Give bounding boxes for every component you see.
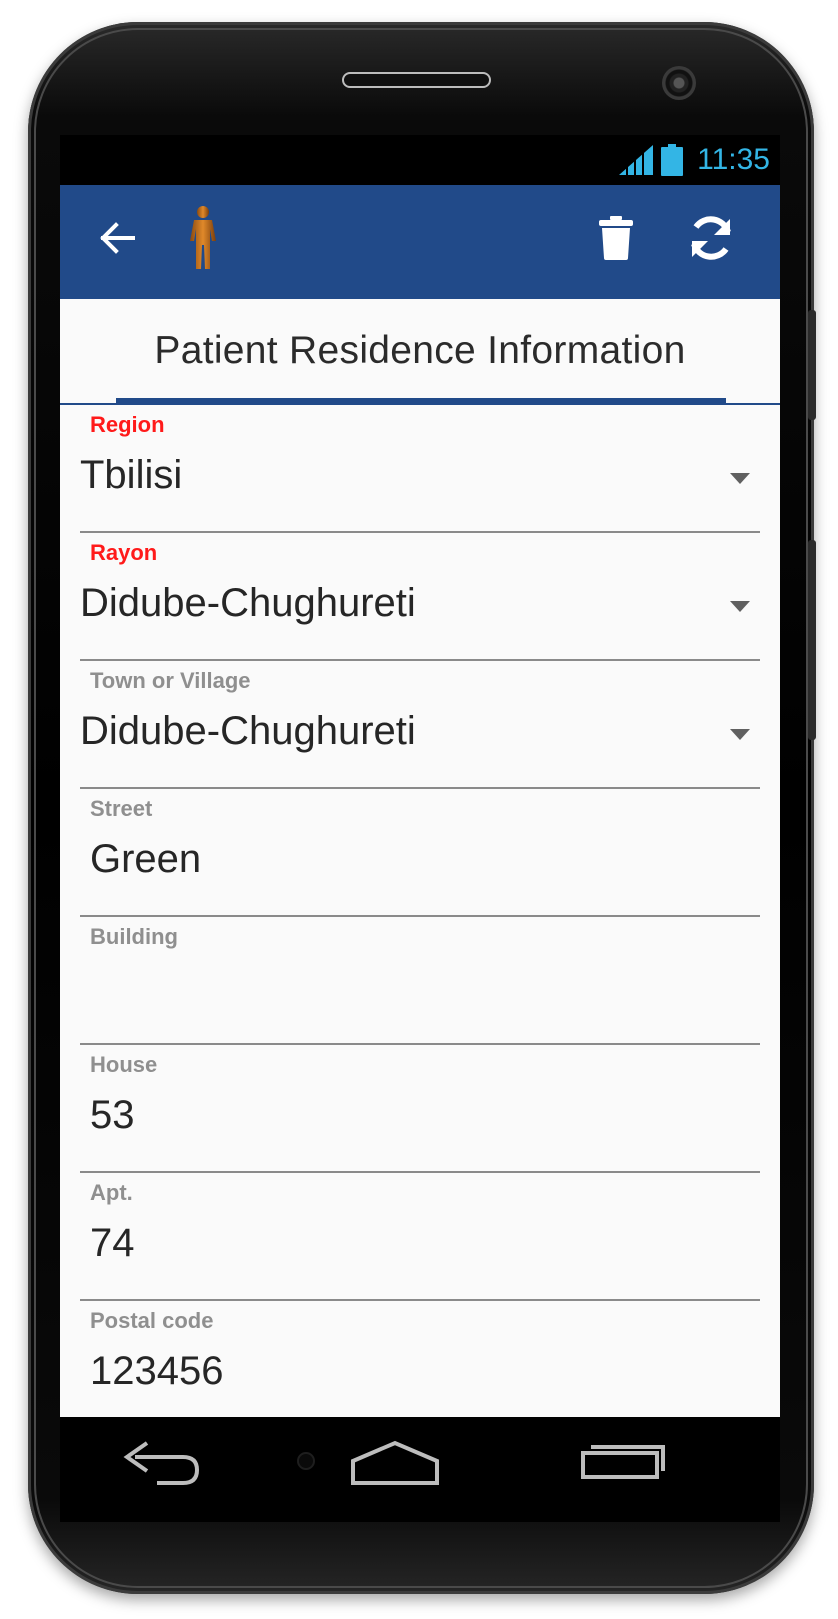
- house-input[interactable]: 53: [90, 1093, 135, 1138]
- tab-bar: Patient Residence Information: [60, 299, 780, 405]
- tab-indicator: [116, 398, 726, 403]
- signal-icon: [619, 145, 654, 175]
- postal-code-field[interactable]: Postal code 123456: [80, 1301, 760, 1417]
- dropdown-arrow-icon: [730, 473, 750, 484]
- town-village-label: Town or Village: [90, 668, 251, 693]
- rayon-field[interactable]: Rayon Didube-Chughureti: [80, 533, 760, 661]
- rayon-value: Didube-Chughureti: [80, 581, 416, 625]
- region-label: Region: [90, 412, 165, 437]
- house-field[interactable]: House 53: [80, 1045, 760, 1173]
- patient-button[interactable]: [168, 203, 238, 273]
- earpiece-speaker: [342, 72, 491, 88]
- apt-input[interactable]: 74: [90, 1221, 135, 1266]
- nav-home-icon: [351, 1440, 439, 1485]
- town-village-field[interactable]: Town or Village Didube-Chughureti: [80, 661, 760, 789]
- street-field[interactable]: Street Green: [80, 789, 760, 917]
- building-label: Building: [90, 924, 178, 949]
- nav-back-icon: [123, 1441, 200, 1485]
- street-label: Street: [90, 796, 153, 821]
- apt-field[interactable]: Apt. 74: [80, 1173, 760, 1301]
- power-button: [808, 540, 816, 740]
- town-village-value: Didube-Chughureti: [80, 709, 416, 753]
- street-input[interactable]: Green: [90, 837, 201, 882]
- postal-code-input[interactable]: 123456: [90, 1349, 223, 1394]
- microphone: [297, 1452, 315, 1470]
- sync-icon: [691, 216, 731, 260]
- volume-button: [808, 310, 816, 420]
- trash-icon: [599, 216, 633, 260]
- app-bar: [60, 185, 780, 299]
- front-camera: [662, 66, 696, 100]
- screen: 11:35 Patient Residence Information Regi…: [60, 135, 780, 1417]
- building-field[interactable]: Building: [80, 917, 760, 1045]
- residence-form: Region Tbilisi Rayon Didube-Chughureti T…: [80, 405, 760, 1417]
- delete-button[interactable]: [581, 203, 651, 273]
- status-time: 11:35: [697, 143, 770, 176]
- back-button[interactable]: [82, 203, 152, 273]
- navigation-bar: [60, 1417, 780, 1522]
- postal-code-label: Postal code: [90, 1308, 214, 1333]
- house-label: House: [90, 1052, 158, 1077]
- nav-home-button[interactable]: [345, 1435, 455, 1505]
- sync-button[interactable]: [676, 203, 746, 273]
- dropdown-arrow-icon: [730, 601, 750, 612]
- nav-back-button[interactable]: [115, 1435, 225, 1505]
- rayon-label: Rayon: [90, 540, 158, 565]
- battery-icon: [661, 144, 684, 176]
- dropdown-arrow-icon: [730, 729, 750, 740]
- nav-recents-icon: [581, 1445, 665, 1479]
- arrow-left-icon: [100, 222, 135, 254]
- region-field[interactable]: Region Tbilisi: [80, 405, 760, 533]
- nav-recents-button[interactable]: [575, 1435, 685, 1505]
- region-value: Tbilisi: [80, 453, 183, 497]
- status-bar: 11:35: [60, 135, 780, 185]
- apt-label: Apt.: [90, 1180, 133, 1205]
- person-figure-icon: [190, 206, 216, 269]
- tab-patient-residence[interactable]: Patient Residence Information: [60, 329, 780, 373]
